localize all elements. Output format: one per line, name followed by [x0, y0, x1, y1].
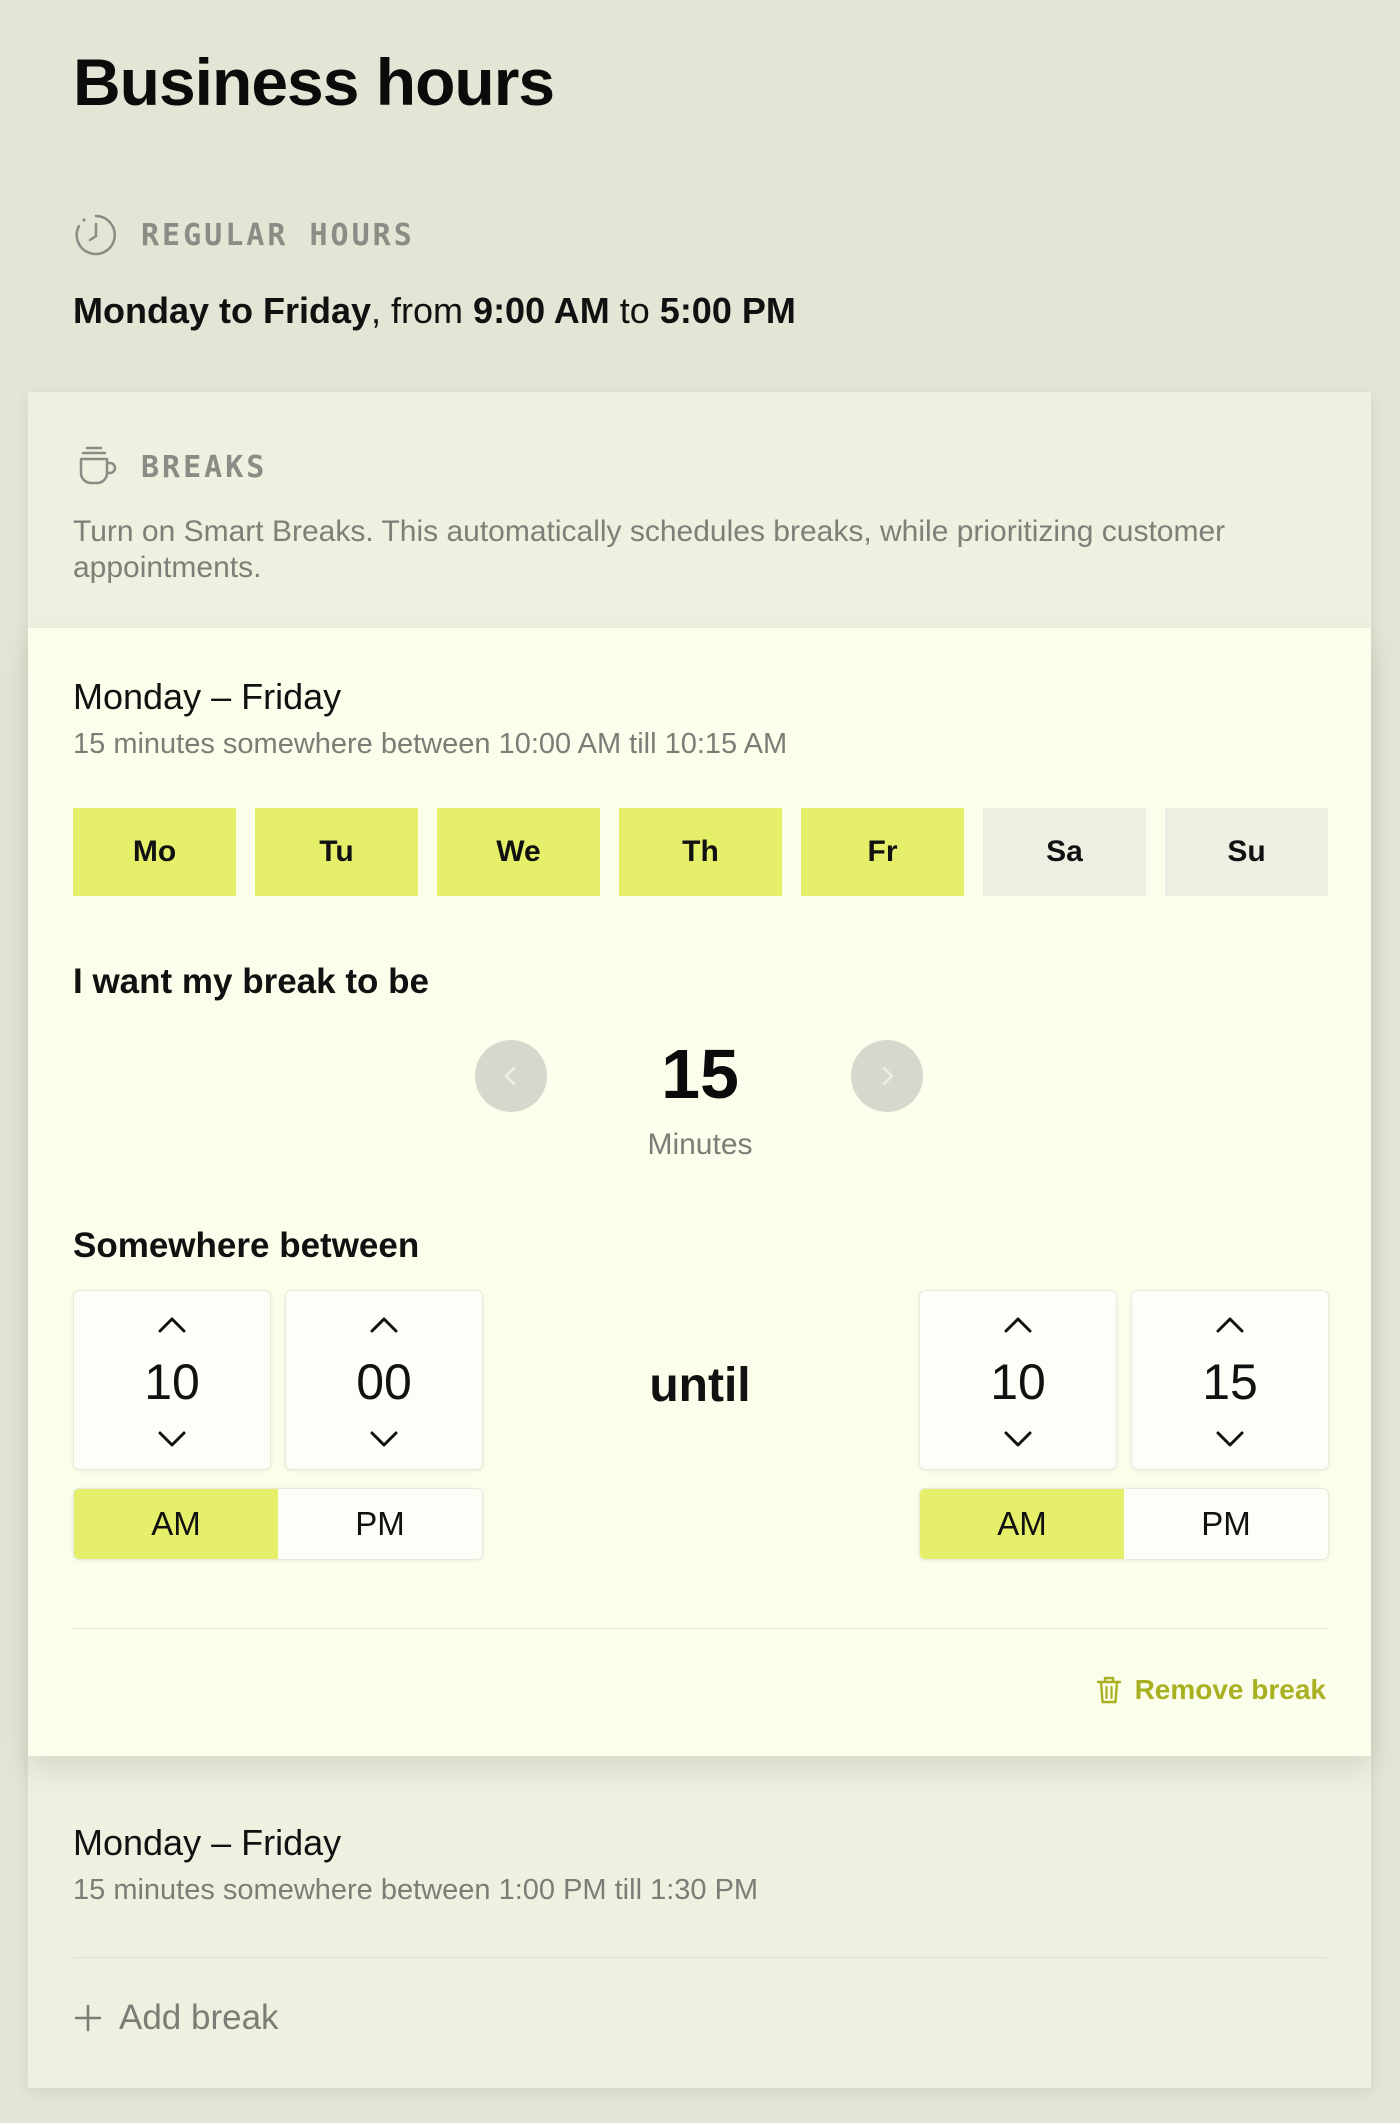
regular-end: 5:00 PM: [659, 290, 796, 331]
between-label: Somewhere between: [73, 1226, 420, 1265]
chevron-down-icon: [370, 1431, 398, 1447]
end-am-option[interactable]: AM: [920, 1489, 1124, 1559]
breaks-description: Turn on Smart Breaks. This automatically…: [73, 515, 1226, 584]
end-minute-up-button[interactable]: [1132, 1305, 1328, 1345]
breaks-header: BREAKS: [73, 444, 267, 490]
trash-icon: [1096, 1676, 1121, 1704]
chevron-up-icon: [158, 1317, 186, 1333]
end-minute-value[interactable]: 15: [1132, 1353, 1328, 1411]
chevron-up-icon: [1004, 1317, 1032, 1333]
end-hour-up-button[interactable]: [920, 1305, 1116, 1345]
chevron-up-icon: [370, 1317, 398, 1333]
start-minute-up-button[interactable]: [286, 1305, 482, 1345]
day-toggle-su[interactable]: Su: [1165, 808, 1328, 896]
clock-icon: [75, 214, 116, 256]
breaks-label: BREAKS: [141, 449, 268, 485]
start-pm-option[interactable]: PM: [278, 1489, 482, 1559]
remove-break-label: Remove break: [1134, 1674, 1326, 1705]
start-hour-down-button[interactable]: [74, 1419, 270, 1459]
regular-hours-summary: Monday to Friday, from 9:00 AM to 5:00 P…: [73, 290, 796, 332]
duration-value: 15: [661, 1035, 739, 1113]
break-summary: 15 minutes somewhere between 10:00 AM ti…: [73, 728, 788, 760]
chevron-left-icon: [504, 1066, 516, 1086]
coffee-cup-icon: [79, 446, 117, 485]
day-toggle-fr[interactable]: Fr: [801, 808, 964, 896]
plus-icon: [74, 2004, 102, 2032]
start-period-toggle: AM PM: [73, 1488, 483, 1560]
start-am-option[interactable]: AM: [74, 1489, 278, 1559]
end-hour-down-button[interactable]: [920, 1419, 1116, 1459]
end-hour-spinner: 10: [919, 1290, 1117, 1470]
chevron-down-icon: [1216, 1431, 1244, 1447]
business-hours-page: Business hours REGULAR HOURS Monday to F…: [0, 0, 1400, 2123]
day-toggle-mo[interactable]: Mo: [73, 808, 236, 896]
duration-picker: 15 Minutes: [28, 1035, 1371, 1170]
divider: [73, 1957, 1327, 1958]
second-break-title[interactable]: Monday – Friday: [73, 1822, 341, 1864]
decrease-duration-button[interactable]: [475, 1040, 547, 1112]
start-hour-up-button[interactable]: [74, 1305, 270, 1345]
regular-days: Monday to Friday: [73, 290, 372, 331]
regular-to-word: to: [609, 290, 660, 331]
chevron-down-icon: [158, 1431, 186, 1447]
remove-break-button[interactable]: Remove break: [1095, 1674, 1326, 1706]
regular-from-word: , from: [371, 290, 474, 331]
page-title: Business hours: [73, 45, 555, 119]
active-break-panel: Monday – Friday 15 minutes somewhere bet…: [28, 628, 1371, 1756]
regular-start: 9:00 AM: [473, 290, 610, 331]
day-toggle-tu[interactable]: Tu: [255, 808, 418, 896]
end-pm-option[interactable]: PM: [1124, 1489, 1328, 1559]
duration-label: I want my break to be: [73, 962, 429, 1001]
chevron-down-icon: [1004, 1431, 1032, 1447]
end-hour-value[interactable]: 10: [920, 1353, 1116, 1411]
day-toggle-sa[interactable]: Sa: [983, 808, 1146, 896]
start-minute-down-button[interactable]: [286, 1419, 482, 1459]
day-toggle-th[interactable]: Th: [619, 808, 782, 896]
second-break-summary: 15 minutes somewhere between 1:00 PM til…: [73, 1874, 759, 1906]
start-minute-spinner: 00: [285, 1290, 483, 1470]
until-label: until: [649, 1359, 751, 1412]
start-minute-value[interactable]: 00: [286, 1353, 482, 1411]
divider: [73, 1628, 1327, 1629]
start-hour-value[interactable]: 10: [74, 1353, 270, 1411]
start-hour-spinner: 10: [73, 1290, 271, 1470]
add-break-button[interactable]: Add break: [73, 1998, 279, 2038]
day-toggle-we[interactable]: We: [437, 808, 600, 896]
chevron-up-icon: [1216, 1317, 1244, 1333]
break-title: Monday – Friday: [73, 676, 342, 717]
breaks-card: BREAKS Turn on Smart Breaks. This automa…: [28, 392, 1371, 2088]
duration-unit: Minutes: [647, 1128, 753, 1161]
end-minute-spinner: 15: [1131, 1290, 1329, 1470]
chevron-right-icon: [882, 1066, 894, 1086]
regular-hours-header: REGULAR HOURS: [73, 212, 415, 258]
add-break-label: Add break: [119, 1998, 279, 2037]
end-period-toggle: AM PM: [919, 1488, 1329, 1560]
end-minute-down-button[interactable]: [1132, 1419, 1328, 1459]
regular-hours-label: REGULAR HOURS: [141, 217, 415, 253]
increase-duration-button[interactable]: [851, 1040, 923, 1112]
day-selector: Mo Tu We Th Fr Sa Su: [73, 808, 1328, 896]
